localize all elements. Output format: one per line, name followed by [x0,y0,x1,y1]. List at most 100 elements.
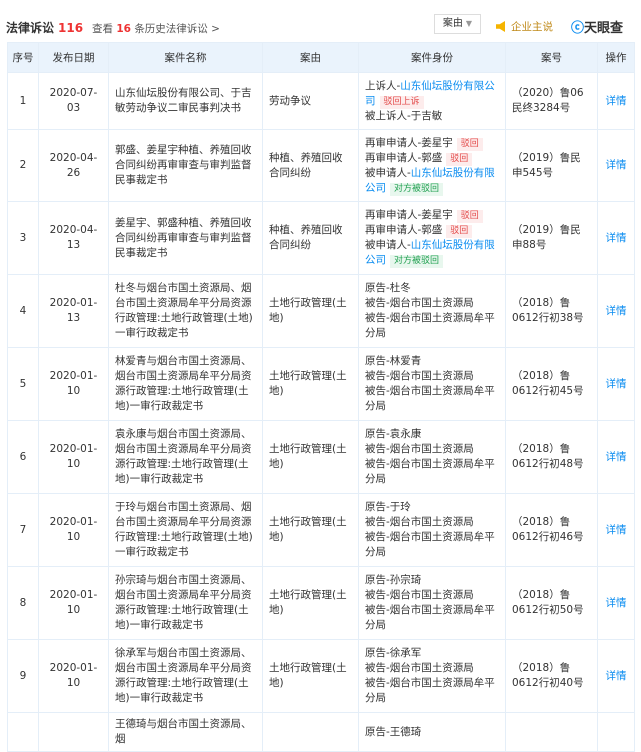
row-number: 4 [7,274,39,348]
case-reason: 土地行政管理(土地) [262,639,359,713]
column-header: 案件名称 [108,42,263,73]
party-role: 被告-烟台市国土资源局牟平分局 [365,677,495,704]
details-link[interactable]: 详情 [597,274,635,348]
party-name: 杜冬 [389,282,411,294]
publish-date: 2020-01-10 [38,347,109,421]
case-roles: 原告-杜冬 被告-烟台市国土资源局 被告-烟台市国土资源局牟平分局 [358,274,506,348]
party-name: 郭盛 [421,151,443,164]
details-link[interactable]: 详情 [597,347,635,421]
column-header: 案由 [262,42,359,73]
column-header: 案件身份 [358,42,506,73]
publish-date: 2020-01-10 [38,420,109,494]
row-number: 9 [7,639,39,713]
table-row: 2 2020-04-26 郭盛、姜星宇种植、养殖回收合同纠纷再审审查与审判监督民… [7,129,635,202]
table-row: 4 2020-01-13 杜冬与烟台市国土资源局、烟台市国土资源局牟平分局资源行… [7,274,635,348]
case-roles: 再审申请人-姜星宇 驳回 再审申请人-郭盛 驳回 被申请人-山东仙坛股份有限公司 对方被驳… [358,129,506,202]
table-row: 5 2020-01-10 林爱青与烟台市国土资源局、烟台市国土资源局牟平分局资源… [7,347,635,421]
case-roles: 原告-袁永康被告-烟台市国土资源局被告-烟台市国土资源局牟平分局 [358,420,506,494]
case-reason: 土地行政管理(土地) [262,274,359,348]
party-role: 被告-烟台市国土资源局 [365,516,474,528]
case-roles: 原告-孙宗琦 被告-烟台市国土资源局 被告-烟台市国土资源局牟平分局 [358,566,506,640]
publish-date: 2020-01-10 [38,493,109,567]
company-speaks-link[interactable]: 企业主说 [496,19,553,34]
case-number: （2019）鲁民申88号 [505,201,598,275]
party-role: 被告-烟台市国土资源局牟平分局 [365,385,495,412]
section-title: 法律诉讼 116 [6,21,84,35]
party-role: 原告-于玲 [365,501,411,513]
case-reason: 土地行政管理(土地) [262,493,359,567]
party-name: 袁永康 [389,428,422,440]
publish-date [38,712,109,752]
details-link[interactable]: 详情 [597,566,635,640]
case-name: 于玲与烟台市国土资源局、烟台市国土资源局牟平分局资源行政管理:土地行政管理(土地… [108,493,263,567]
party-name: 姜星宇 [421,136,453,149]
party-name: 于吉敏 [410,109,443,122]
reason-filter-dropdown[interactable]: 案由 ▼ [434,14,481,34]
column-header: 序号 [7,42,39,73]
judgment-tag: 驳回上诉 [379,95,424,109]
row-number: 5 [7,347,39,421]
history-link[interactable]: 查看 16 条历史法律诉讼 > [92,21,220,36]
judgment-tag: 对方被驳回 [390,182,444,196]
case-name: 山东仙坛股份有限公司、于吉敏劳动争议二审民事判决书 [108,72,263,130]
case-roles: 原告-于玲被告-烟台市国土资源局被告-烟台市国土资源局牟平分局 [358,493,506,567]
chevron-down-icon: ▼ [465,19,473,28]
publish-date: 2020-01-10 [38,566,109,640]
case-number: （2018）鲁0612行初45号 [505,347,598,421]
judgment-tag: 驳回 [446,225,473,238]
details-link[interactable]: 详情 [597,493,635,567]
party-role: 原告-孙宗琦 [365,574,422,586]
publish-date: 2020-04-26 [38,129,109,202]
party-role: 被告-烟台市国土资源局牟平分局 [365,458,495,485]
case-name: 杜冬与烟台市国土资源局、烟台市国土资源局牟平分局资源行政管理:土地行政管理(土地… [108,274,263,348]
case-name: 姜星宇、郭盛种植、养殖回收合同纠纷再审审查与审判监督民事裁定书 [108,201,263,275]
case-name: 孙宗琦与烟台市国土资源局、烟台市国土资源局牟平分局资源行政管理:土地行政管理(土… [108,566,263,640]
details-link[interactable]: 详情 [597,72,635,130]
case-name: 袁永康与烟台市国土资源局、烟台市国土资源局牟平分局资源行政管理:土地行政管理(土… [108,420,263,494]
case-roles: 原告-徐承军 被告-烟台市国土资源局 被告-烟台市国土资源局牟平分局 [358,639,506,713]
party-role: 被告-烟台市国土资源局 [365,443,474,455]
speaker-icon [496,21,505,32]
case-number: （2018）鲁0612行初50号 [505,566,598,640]
party-role: 被告-烟台市国土资源局 [365,662,474,674]
party-role: 上诉人-山东仙坛股份有限公司 驳回上诉 [365,79,495,109]
party-role: 被告-烟台市国土资源局 [365,370,474,382]
case-number: （2018）鲁0612行初46号 [505,493,598,567]
table-row: 8 2020-01-10 孙宗琦与烟台市国土资源局、烟台市国土资源局牟平分局资源… [7,566,635,640]
row-number: 3 [7,201,39,275]
party-role: 原告-王德琦 [365,725,422,738]
details-link[interactable]: 详情 [597,639,635,713]
party-name: 烟台市国土资源局 [389,443,474,455]
details-link[interactable]: 详情 [597,420,635,494]
judgment-tag: 驳回 [456,210,483,223]
row-number: 8 [7,566,39,640]
party-role: 被告-烟台市国土资源局牟平分局 [365,312,495,339]
details-link[interactable]: 详情 [597,129,635,202]
party-name: 郭盛 [421,224,443,236]
party-role: 被告-烟台市国土资源局 [365,589,474,601]
judgment-tag: 驳回 [456,137,483,151]
row-number: 1 [7,72,39,130]
judgment-tag: 对方被驳回 [390,255,444,268]
case-reason: 土地行政管理(土地) [262,566,359,640]
case-roles: 上诉人-山东仙坛股份有限公司 驳回上诉 被上诉人-于吉敏 [358,72,506,130]
party-role: 再审申请人-姜星宇 驳回 [365,136,499,151]
case-number [505,712,598,752]
party-name: 徐承军 [389,647,422,659]
case-number: （2018）鲁0612行初40号 [505,639,598,713]
publish-date: 2020-01-10 [38,639,109,713]
party-role: 被告-烟台市国土资源局牟平分局 [365,531,495,558]
party-role: 被申请人-山东仙坛股份有限公司 对方被驳回 [365,239,495,268]
details-link[interactable] [597,712,635,752]
case-number: （2019）鲁民申545号 [505,129,598,202]
party-name: 林爱青 [389,355,422,367]
table-row: 3 2020-04-13 姜星宇、郭盛种植、养殖回收合同纠纷再审审查与审判监督民… [7,201,635,275]
party-role: 被上诉人-于吉敏 [365,109,443,122]
case-roles: 再审申请人-姜星宇 驳回 再审申请人-郭盛 驳回 被申请人-山东仙坛股份有限公司 对方被驳… [358,201,506,275]
case-roles: 原告-林爱青 被告-烟台市国土资源局 被告-烟台市国土资源局牟平分局 [358,347,506,421]
details-link[interactable]: 详情 [597,201,635,275]
section-header: 法律诉讼 116 查看 16 条历史法律诉讼 > 案由 ▼ 企业主说 ⓒ天眼查 [6,14,634,38]
party-role: 原告-袁永康 [365,428,422,440]
table-row: 7 2020-01-10 于玲与烟台市国土资源局、烟台市国土资源局牟平分局资源行… [7,493,635,567]
case-count: 116 [58,21,84,35]
